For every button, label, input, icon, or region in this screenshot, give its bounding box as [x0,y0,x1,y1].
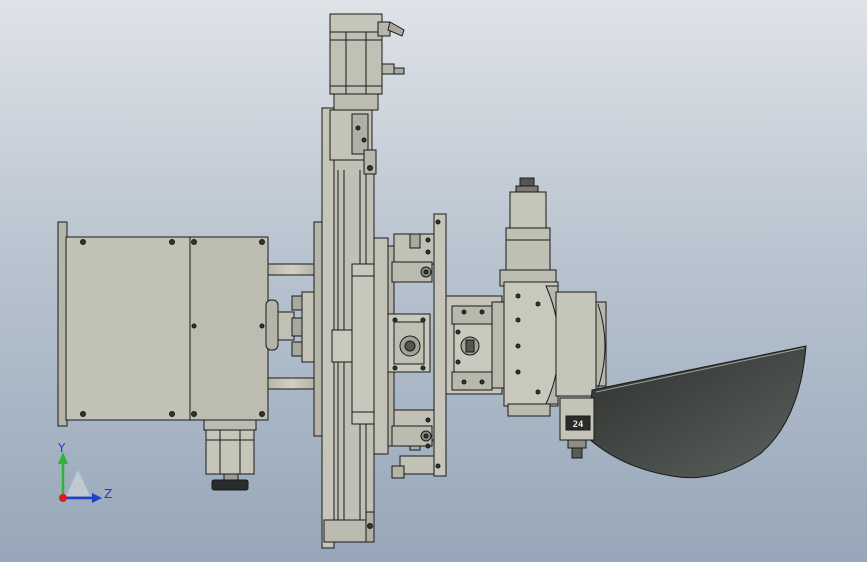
axis-triad: Y Z [57,441,112,503]
cad-viewport[interactable]: 24 Y Z [0,0,867,562]
top-servo-motor [329,13,405,175]
bottom-motor [203,419,257,491]
scoop-blade [587,345,807,479]
rotary-actuator-body [503,281,607,417]
cad-model-view: 24 Y Z [57,13,807,549]
triad-plane [66,470,90,496]
y-axis-label: Y [57,441,66,455]
bearing-block [387,313,431,373]
z-axis-arrowhead [92,493,102,503]
z-axis-label: Z [104,487,112,501]
upper-actuator [499,177,557,287]
connecting-shafts [265,263,317,390]
gearbox-housing [57,221,269,427]
module-plate-label: 24 [573,420,584,430]
rotary-drive-mount [445,295,507,395]
x-axis-dot [59,494,67,502]
